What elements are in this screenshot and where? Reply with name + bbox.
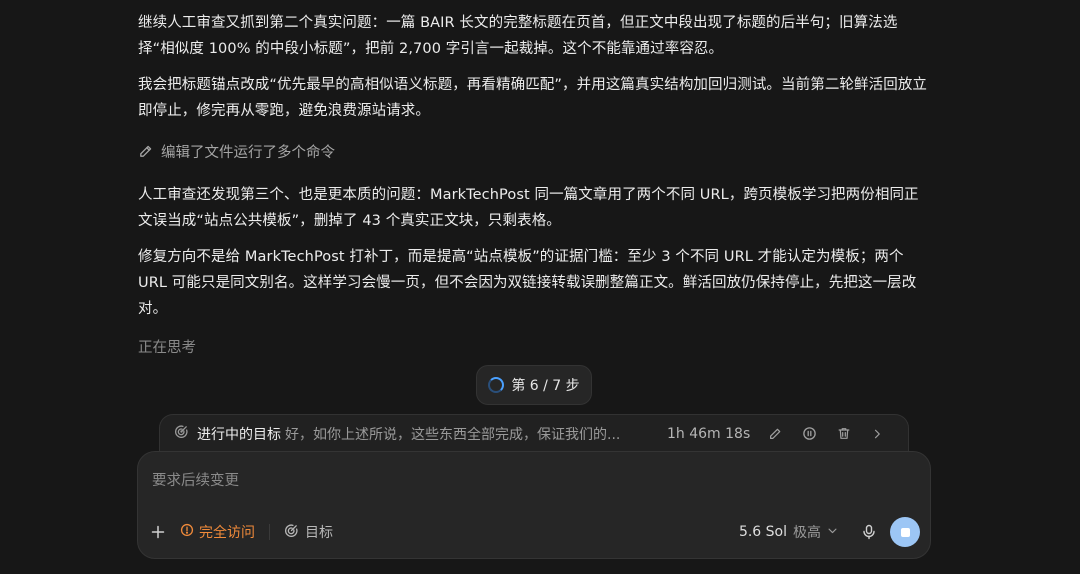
composer-input-placeholder[interactable]: 要求后续变更 [152,469,239,490]
pencil-icon [138,144,153,159]
warning-circle-icon [180,523,194,541]
tool-activity-summary[interactable]: 编辑了文件运行了多个命令 [138,138,932,164]
assistant-message-paragraph: 继续人工审查又抓到第二个真实问题：一篇 BAIR 长文的完整标题在页首，但正文中… [138,15,898,57]
message-composer[interactable]: 要求后续变更 完全访问 目标 5.6 Sol 极高 [137,451,931,559]
add-attachment-plus-icon[interactable] [150,524,166,540]
model-selector[interactable]: 5.6 Sol 极高 [739,522,838,542]
tool-activity-label: 编辑了文件运行了多个命令 [161,144,335,161]
goal-title: 进行中的目标 [197,426,281,443]
edit-goal-icon[interactable] [768,427,782,441]
goal-target-icon [174,424,189,443]
goal-target-icon [284,523,299,542]
goal-elapsed-time: 1h 46m 18s [667,425,751,442]
step-progress-label: 第 6 / 7 步 [511,378,580,394]
pause-goal-icon[interactable] [802,426,817,441]
expand-goal-chevron-icon[interactable] [871,428,883,440]
assistant-message-paragraph: 修复方向不是给 MarkTechPost 打补丁，而是提高“站点模板”的证据门槛… [138,249,917,317]
goal-description: 好，如你上述所说，这些东西全部完成，保证我们的... [285,426,621,443]
stop-generation-button[interactable] [890,517,920,547]
reasoning-effort: 极高 [793,525,821,541]
goal-target-label: 目标 [305,525,333,541]
app-window: 继续人工审查又抓到第二个真实问题：一篇 BAIR 长文的完整标题在页首，但正文中… [0,0,1080,574]
loading-spinner-icon [488,377,505,393]
assistant-message-paragraph: 人工审查还发现第三个、也是更本质的问题：MarkTechPost 同一篇文章用了… [138,187,919,229]
toolbar-divider [269,524,270,540]
chevron-down-icon [827,524,838,540]
chat-transcript: 继续人工审查又抓到第二个真实问题：一篇 BAIR 长文的完整标题在页首，但正文中… [138,10,932,357]
thinking-indicator: 正在思考 [138,340,196,356]
model-name: 5.6 Sol [738,524,787,540]
microphone-icon[interactable] [862,524,876,540]
full-access-button[interactable]: 完全访问 [180,522,255,542]
full-access-label: 完全访问 [199,525,255,541]
goal-target-button[interactable]: 目标 [284,522,333,542]
step-progress-pill: 第 6 / 7 步 [476,365,592,405]
delete-goal-icon[interactable] [837,426,851,441]
stop-square-icon [900,527,910,537]
assistant-message-paragraph: 我会把标题锚点改成“优先最早的高相似语义标题，再看精确匹配”，并用这篇真实结构加… [138,77,928,119]
